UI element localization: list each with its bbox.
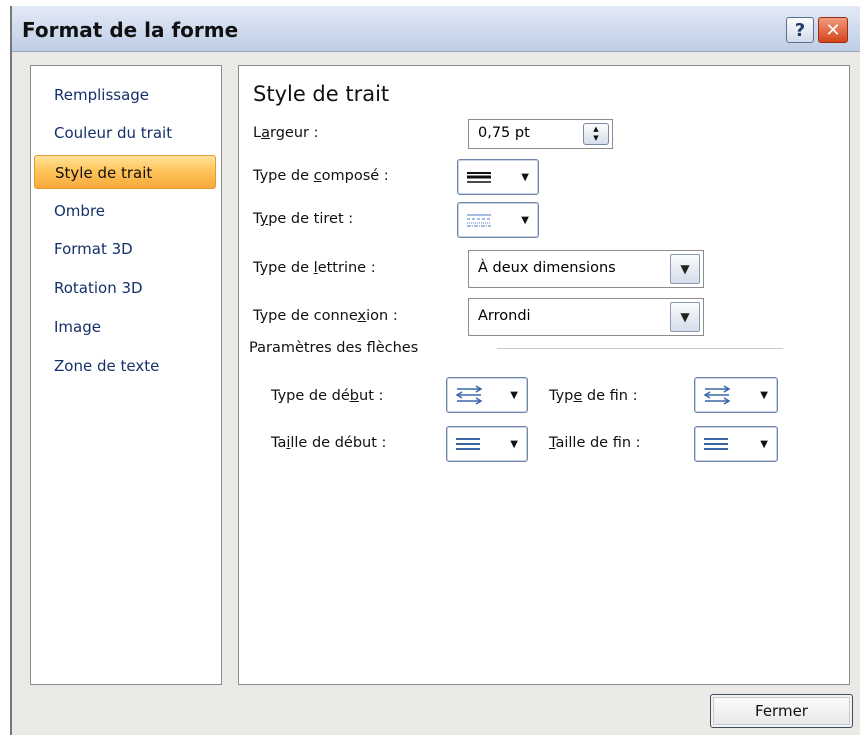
dropdown-arrow-icon: ▼	[760, 390, 768, 401]
taille-debut-label: Taille de début :	[271, 435, 387, 451]
dash-lines-icon	[467, 214, 491, 227]
tiret-label: Type de tiret :	[253, 211, 354, 227]
dropdown-arrow-icon: ▼	[521, 215, 529, 226]
nav-item-zone-de-texte[interactable]: Zone de texte	[34, 349, 216, 383]
lettrine-select[interactable]: À deux dimensions ▼	[468, 250, 704, 288]
format-dialog: Format de la forme ? ✕ Remplissage Coule…	[10, 6, 860, 735]
taille-fin-label: Taille de fin :	[549, 435, 641, 451]
compound-lines-icon	[467, 172, 491, 183]
close-icon: ✕	[825, 19, 841, 41]
chevron-down-icon[interactable]: ▼	[670, 254, 700, 284]
begin-size-button[interactable]: ▼	[446, 426, 528, 462]
begin-type-button[interactable]: ▼	[446, 377, 528, 413]
arrow-type-icon	[703, 385, 731, 405]
lettrine-label: Type de lettrine :	[253, 260, 376, 276]
arrow-settings-section-label: Paramètres des flèches	[249, 340, 419, 356]
end-size-button[interactable]: ▼	[694, 426, 778, 462]
arrow-type-icon	[455, 385, 483, 405]
dropdown-arrow-icon: ▼	[760, 439, 768, 450]
close-window-button[interactable]: ✕	[818, 17, 848, 43]
arrow-size-icon	[456, 438, 480, 450]
dialog-title: Format de la forme	[22, 18, 239, 42]
nav-item-format-3d[interactable]: Format 3D	[34, 232, 216, 266]
spin-arrows-icon[interactable]: ▲ ▼	[583, 123, 609, 145]
end-type-button[interactable]: ▼	[694, 377, 778, 413]
dropdown-arrow-icon: ▼	[510, 439, 518, 450]
chevron-down-icon[interactable]: ▼	[670, 302, 700, 332]
help-icon: ?	[794, 19, 806, 41]
panel-heading: Style de trait	[253, 82, 390, 106]
title-bar: Format de la forme ? ✕	[12, 6, 860, 52]
connexion-label: Type de connexion :	[253, 308, 398, 324]
largeur-label: Largeur :	[253, 125, 319, 141]
largeur-value: 0,75 pt	[478, 125, 530, 141]
section-divider	[497, 348, 783, 349]
dropdown-arrow-icon: ▼	[510, 390, 518, 401]
nav-item-couleur-du-trait[interactable]: Couleur du trait	[34, 116, 216, 150]
nav-item-remplissage[interactable]: Remplissage	[34, 78, 216, 112]
settings-panel: Style de trait Largeur : 0,75 pt ▲ ▼ Type…	[238, 65, 850, 685]
help-button[interactable]: ?	[786, 17, 814, 43]
connexion-value: Arrondi	[478, 308, 531, 324]
nav-item-ombre[interactable]: Ombre	[34, 194, 216, 228]
nav-item-rotation-3d[interactable]: Rotation 3D	[34, 271, 216, 305]
dash-type-button[interactable]: ▼	[457, 202, 539, 238]
compose-label: Type de composé :	[253, 168, 389, 184]
fermer-button[interactable]: Fermer	[710, 694, 853, 728]
largeur-spinner[interactable]: 0,75 pt ▲ ▼	[468, 119, 613, 149]
arrow-size-icon	[704, 438, 728, 450]
type-debut-label: Type de début :	[271, 388, 384, 404]
lettrine-value: À deux dimensions	[478, 260, 616, 276]
nav-item-image[interactable]: Image	[34, 310, 216, 344]
type-fin-label: Type de fin :	[549, 388, 638, 404]
category-list: Remplissage Couleur du trait Style de tr…	[30, 65, 222, 685]
nav-item-style-de-trait[interactable]: Style de trait	[34, 155, 216, 189]
connexion-select[interactable]: Arrondi ▼	[468, 298, 704, 336]
compose-type-button[interactable]: ▼	[457, 159, 539, 195]
dropdown-arrow-icon: ▼	[521, 172, 529, 183]
